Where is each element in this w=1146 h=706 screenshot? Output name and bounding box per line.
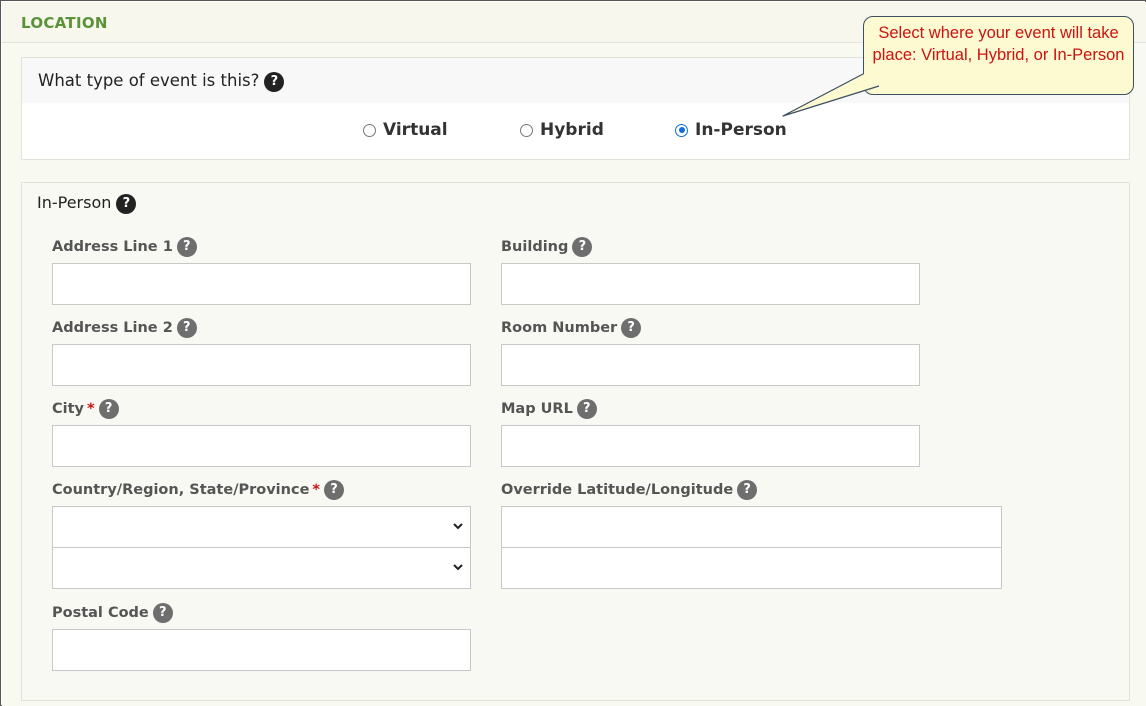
- radio-in-person-icon[interactable]: [675, 123, 688, 137]
- city-required-mark: *: [87, 401, 95, 417]
- radio-option-hybrid[interactable]: Hybrid: [520, 119, 604, 141]
- location-form-frame: LOCATION What type of event is this?? Vi…: [0, 0, 1146, 706]
- map-url-label: Map URL?: [501, 399, 597, 419]
- radio-virtual-label[interactable]: Virtual: [383, 120, 448, 140]
- map-url-input[interactable]: [501, 425, 920, 467]
- in-person-title: In-Person?: [37, 193, 137, 214]
- postal-code-label-text: Postal Code: [52, 605, 149, 621]
- building-label: Building?: [501, 237, 593, 257]
- radio-in-person-label[interactable]: In-Person: [695, 120, 787, 140]
- map-url-label-text: Map URL: [501, 401, 573, 417]
- room-number-help-icon[interactable]: ?: [621, 318, 642, 338]
- override-lat-long-help-icon[interactable]: ?: [737, 480, 758, 500]
- building-help-icon[interactable]: ?: [572, 237, 593, 257]
- city-input[interactable]: [52, 425, 471, 467]
- address-line-2-label-text: Address Line 2: [52, 320, 173, 336]
- state-province-select[interactable]: [52, 547, 471, 589]
- longitude-input[interactable]: [501, 547, 1002, 589]
- map-url-help-icon[interactable]: ?: [576, 399, 597, 419]
- chevron-down-icon: [453, 523, 463, 530]
- address-line-1-input[interactable]: [52, 263, 471, 305]
- in-person-help-icon[interactable]: ?: [116, 193, 137, 214]
- event-type-help-icon[interactable]: ?: [264, 71, 285, 92]
- room-number-input[interactable]: [501, 344, 920, 386]
- country-state-label: Country/Region, State/Province *?: [52, 480, 344, 500]
- address-line-2-input[interactable]: [52, 344, 471, 386]
- country-state-required-mark: *: [312, 482, 320, 498]
- building-label-text: Building: [501, 239, 569, 255]
- override-lat-long-label: Override Latitude/Longitude?: [501, 480, 758, 500]
- address-line-1-help-icon[interactable]: ?: [176, 237, 197, 257]
- address-line-2-label: Address Line 2?: [52, 318, 197, 338]
- country-state-label-text: Country/Region, State/Province: [52, 482, 310, 498]
- room-number-label: Room Number?: [501, 318, 642, 338]
- postal-code-help-icon[interactable]: ?: [152, 603, 173, 623]
- postal-code-label: Postal Code?: [52, 603, 173, 623]
- address-line-1-label-text: Address Line 1: [52, 239, 173, 255]
- event-type-question: What type of event is this??: [38, 71, 285, 92]
- radio-virtual-icon[interactable]: [363, 123, 376, 137]
- address-line-2-help-icon[interactable]: ?: [176, 318, 197, 338]
- latitude-input[interactable]: [501, 506, 1002, 548]
- section-header-title: LOCATION: [21, 14, 108, 32]
- form-body: What type of event is this?? Virtual Hyb…: [2, 43, 1146, 706]
- room-number-label-text: Room Number: [501, 320, 618, 336]
- radio-option-in-person[interactable]: In-Person: [675, 119, 787, 141]
- radio-option-virtual[interactable]: Virtual: [363, 119, 448, 141]
- building-input[interactable]: [501, 263, 920, 305]
- country-region-select[interactable]: [52, 506, 471, 548]
- event-type-question-label: What type of event is this?: [38, 71, 260, 90]
- country-state-help-icon[interactable]: ?: [324, 480, 344, 500]
- radio-hybrid-icon[interactable]: [520, 123, 533, 137]
- in-person-panel: In-Person? Address Line 1? Address Line …: [21, 182, 1130, 701]
- postal-code-input[interactable]: [52, 629, 471, 671]
- city-label: City *?: [52, 399, 119, 419]
- city-label-text: City: [52, 401, 84, 417]
- callout-pointer: [782, 73, 880, 117]
- chevron-down-icon: [453, 564, 463, 571]
- address-line-1-label: Address Line 1?: [52, 237, 197, 257]
- city-help-icon[interactable]: ?: [98, 399, 119, 419]
- override-lat-long-label-text: Override Latitude/Longitude: [501, 482, 734, 498]
- in-person-title-label: In-Person: [37, 193, 112, 212]
- callout-annotation: Select where your event will take place:…: [863, 16, 1134, 95]
- radio-hybrid-label[interactable]: Hybrid: [540, 120, 604, 140]
